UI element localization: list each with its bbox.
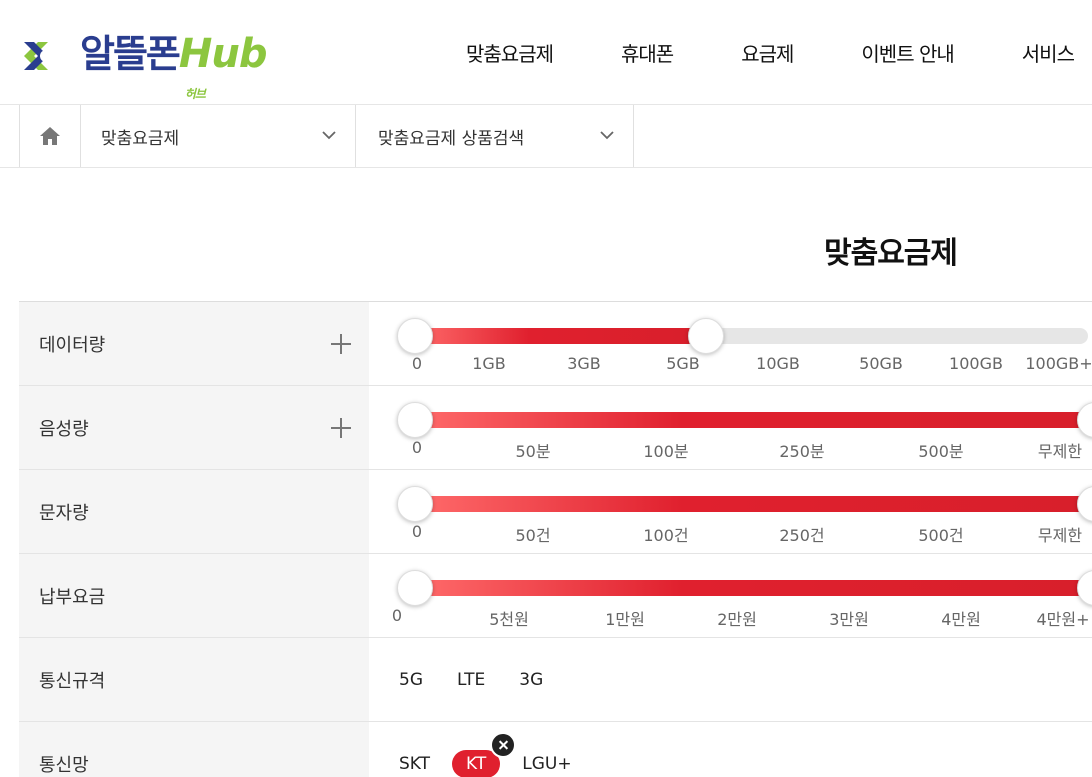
nav-item-phones[interactable]: 휴대폰 [621, 38, 674, 67]
slider-fill [413, 328, 704, 344]
tick-label: 250건 [779, 526, 825, 545]
slider-handle-min[interactable] [397, 486, 433, 522]
site-header: 알뜰폰 Hub 허브 맞춤요금제 휴대폰 요금제 이벤트 안내 서비스 [0, 0, 1092, 105]
slider-tick-labels: 0 50건 100건 250건 500건 무제한 [19, 522, 1092, 545]
option-kt-selected[interactable]: KT [452, 731, 517, 777]
option-3g[interactable]: 3G [519, 664, 543, 696]
tick-label: 250분 [779, 442, 825, 461]
filter-row-fee: 납부요금 0 5천원 1만원 2만원 3만원 4만원 4만원+ [19, 554, 1092, 638]
tick-label: 2만원 [717, 610, 757, 629]
fee-range-slider[interactable] [397, 570, 1092, 606]
tick-label: 5천원 [489, 610, 529, 629]
tick-label: 5GB [666, 354, 700, 373]
close-icon[interactable] [490, 731, 517, 758]
network-type-options: 5G LTE 3G [399, 638, 543, 721]
expand-plus-icon[interactable] [331, 334, 351, 354]
filter-label-voice-text: 음성량 [39, 418, 89, 440]
filter-label-data-text: 데이터량 [39, 334, 106, 356]
filter-label-carrier: 통신망 [19, 722, 369, 777]
tick-label: 100건 [643, 526, 689, 545]
voice-range-slider[interactable] [397, 402, 1092, 438]
page-title: 맞춤요금제 [824, 236, 958, 271]
slider-handle-max[interactable] [1077, 486, 1092, 522]
option-skt[interactable]: SKT [399, 748, 430, 777]
logo-mark-icon [24, 42, 52, 70]
breadcrumb-level1-label: 맞춤요금제 [101, 128, 180, 149]
tick-label: 3만원 [829, 610, 869, 629]
filter-label-network-type: 통신규격 [19, 638, 369, 721]
tick-label: 100분 [643, 442, 689, 461]
tick-label: 무제한 [1037, 442, 1083, 461]
filter-label-network-type-text: 통신규격 [39, 670, 106, 692]
nav-item-services[interactable]: 서비스 [1022, 38, 1075, 67]
tick-label: 0 [411, 522, 423, 541]
filter-row-carrier: 통신망 SKT KT LGU+ [19, 722, 1092, 777]
slider-tick-labels: 0 50분 100분 250분 500분 무제한 [19, 438, 1092, 461]
brand-hub: Hub 허브 [179, 28, 268, 101]
slider-fill [413, 580, 1088, 596]
slider-handle-max[interactable] [1077, 570, 1092, 606]
tick-label: 0 [411, 438, 423, 457]
nav-item-custom-plan[interactable]: 맞춤요금제 [466, 38, 554, 67]
sms-range-slider[interactable] [397, 486, 1092, 522]
filter-row-sms: 문자량 0 50건 100건 250건 500건 무제한 [19, 470, 1092, 554]
data-range-slider[interactable] [397, 318, 1092, 354]
filter-row-network-type: 통신규격 5G LTE 3G [19, 638, 1092, 722]
breadcrumb-level1[interactable]: 맞춤요금제 [81, 105, 356, 167]
tick-label: 50분 [515, 442, 551, 461]
tick-label: 무제한 [1037, 526, 1083, 545]
option-lgu[interactable]: LGU+ [522, 748, 571, 777]
breadcrumb-level2-label: 맞춤요금제 상품검색 [378, 128, 525, 149]
slider-handle-max[interactable] [688, 318, 724, 354]
tick-label: 4만원 [941, 610, 981, 629]
filter-label-sms-text: 문자량 [39, 502, 89, 524]
tick-label: 0 [391, 606, 403, 625]
filter-label-fee-text: 납부요금 [39, 586, 106, 608]
option-5g[interactable]: 5G [399, 664, 423, 696]
tick-label: 1만원 [605, 610, 645, 629]
chevron-down-icon [600, 131, 614, 140]
tick-label: 500건 [918, 526, 964, 545]
slider-fill [413, 496, 1088, 512]
option-kt-label: KT [466, 753, 487, 774]
plan-filters: 데이터량 0 1GB 3GB 5GB 10GB 50GB 100GB 100GB… [19, 301, 1092, 777]
carrier-options: SKT KT LGU+ [399, 722, 572, 777]
filter-row-data: 데이터량 0 1GB 3GB 5GB 10GB 50GB 100GB 100GB… [19, 302, 1092, 386]
slider-tick-labels: 0 5천원 1만원 2만원 3만원 4만원 4만원+ [19, 606, 1092, 629]
slider-handle-min[interactable] [397, 402, 433, 438]
filter-row-voice: 음성량 0 50분 100분 250분 500분 무제한 [19, 386, 1092, 470]
filter-label-carrier-text: 통신망 [39, 754, 89, 776]
slider-handle-min[interactable] [397, 318, 433, 354]
tick-label: 50GB [859, 354, 903, 373]
slider-tick-labels: 0 1GB 3GB 5GB 10GB 50GB 100GB 100GB+ [19, 354, 1092, 376]
tick-label: 1GB [472, 354, 506, 373]
tick-label: 100GB+ [1025, 354, 1092, 373]
slider-fill [413, 412, 1088, 428]
option-lte[interactable]: LTE [457, 664, 485, 696]
tick-label: 10GB [756, 354, 800, 373]
breadcrumb: 맞춤요금제 맞춤요금제 상품검색 [0, 105, 1092, 168]
brand-name: 알뜰폰 [80, 32, 181, 76]
breadcrumb-home[interactable] [19, 105, 81, 167]
main-nav: 맞춤요금제 휴대폰 요금제 이벤트 안내 서비스 [466, 38, 1092, 67]
expand-plus-icon[interactable] [331, 418, 351, 438]
nav-item-events[interactable]: 이벤트 안내 [861, 38, 954, 67]
slider-handle-max[interactable] [1077, 402, 1092, 438]
tick-label: 0 [411, 354, 423, 373]
brand-logo[interactable]: 알뜰폰 Hub 허브 [18, 28, 268, 101]
chevron-down-icon [322, 131, 336, 140]
slider-handle-min[interactable] [397, 570, 433, 606]
nav-item-plans[interactable]: 요금제 [741, 38, 794, 67]
tick-label: 500분 [918, 442, 964, 461]
tick-label: 3GB [567, 354, 601, 373]
home-icon [40, 127, 60, 145]
breadcrumb-level2[interactable]: 맞춤요금제 상품검색 [356, 105, 634, 167]
tick-label: 50건 [515, 526, 551, 545]
tick-label: 100GB [949, 354, 1003, 373]
tick-label: 4만원+ [1036, 610, 1090, 629]
